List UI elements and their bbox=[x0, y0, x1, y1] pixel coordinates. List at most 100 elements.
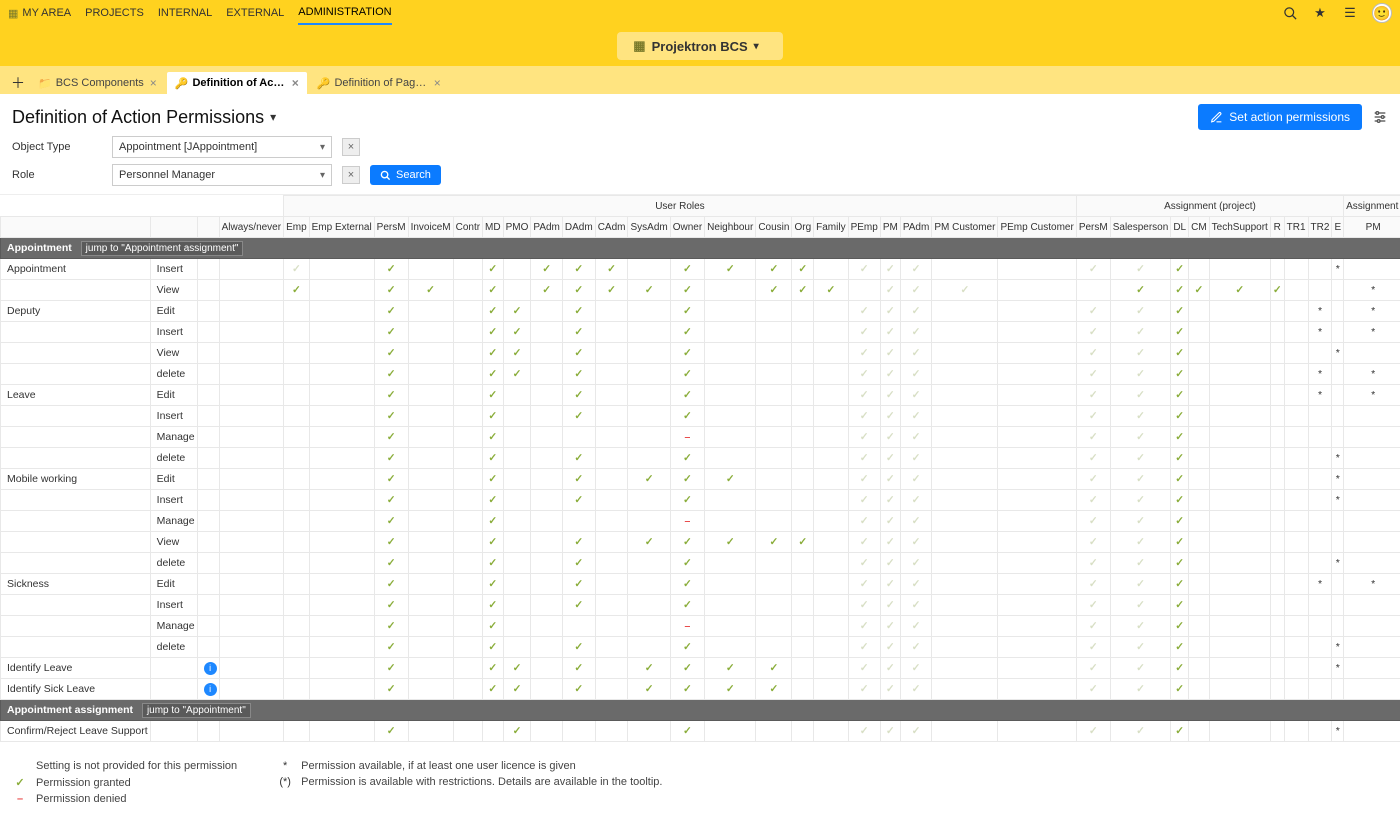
permission-cell[interactable] bbox=[219, 259, 283, 280]
permission-cell[interactable] bbox=[595, 385, 628, 406]
permission-cell[interactable]: ✓ bbox=[792, 259, 814, 280]
permission-cell[interactable] bbox=[1270, 322, 1284, 343]
permission-cell[interactable] bbox=[628, 595, 670, 616]
permission-cell[interactable] bbox=[1332, 532, 1344, 553]
permission-cell[interactable]: ✓ bbox=[756, 259, 792, 280]
permission-cell[interactable] bbox=[1270, 259, 1284, 280]
permission-cell[interactable]: ✓ bbox=[1110, 322, 1171, 343]
permission-cell[interactable] bbox=[1284, 553, 1308, 574]
permission-cell[interactable] bbox=[814, 385, 848, 406]
permission-cell[interactable]: ✓ bbox=[1110, 259, 1171, 280]
permission-cell[interactable]: ✓ bbox=[900, 343, 932, 364]
permission-cell[interactable] bbox=[1209, 448, 1270, 469]
permission-cell[interactable] bbox=[1270, 658, 1284, 679]
permission-cell[interactable] bbox=[814, 343, 848, 364]
permission-cell[interactable]: ✓ bbox=[900, 427, 932, 448]
permission-cell[interactable]: ✓ bbox=[1110, 406, 1171, 427]
jump-link[interactable]: jump to "Appointment" bbox=[142, 703, 251, 718]
permission-cell[interactable] bbox=[453, 469, 482, 490]
permission-cell[interactable]: ✓ bbox=[848, 385, 880, 406]
permission-cell[interactable]: ✓ bbox=[1171, 448, 1189, 469]
permission-cell[interactable] bbox=[705, 280, 756, 301]
permission-cell[interactable] bbox=[309, 343, 374, 364]
permission-cell[interactable] bbox=[1189, 427, 1210, 448]
permission-cell[interactable]: ✓ bbox=[848, 343, 880, 364]
permission-cell[interactable] bbox=[1189, 490, 1210, 511]
column-header[interactable]: Emp External bbox=[309, 217, 374, 238]
permission-cell[interactable] bbox=[756, 322, 792, 343]
close-icon[interactable]: × bbox=[434, 76, 441, 90]
column-header[interactable]: PEmp Customer bbox=[998, 217, 1076, 238]
add-tab-button[interactable]: ＋ bbox=[8, 72, 28, 94]
permission-cell[interactable] bbox=[814, 427, 848, 448]
permission-cell[interactable]: ✓ bbox=[374, 532, 408, 553]
permission-cell[interactable]: ✓ bbox=[880, 658, 900, 679]
permission-cell[interactable]: ✓ bbox=[1076, 721, 1110, 742]
permission-cell[interactable]: ✓ bbox=[483, 448, 504, 469]
nav-my-area[interactable]: ▦ MY AREA bbox=[8, 7, 71, 20]
permission-cell[interactable]: ✓ bbox=[1171, 679, 1189, 700]
column-header[interactable]: SysAdm bbox=[628, 217, 670, 238]
permission-cell[interactable]: ✓ bbox=[1110, 448, 1171, 469]
permission-cell[interactable] bbox=[1308, 532, 1332, 553]
permission-cell[interactable] bbox=[792, 574, 814, 595]
permission-cell[interactable] bbox=[628, 364, 670, 385]
permission-cell[interactable]: ✓ bbox=[670, 280, 704, 301]
permission-cell[interactable] bbox=[932, 322, 998, 343]
permission-cell[interactable] bbox=[531, 427, 563, 448]
permission-cell[interactable]: ✓ bbox=[1171, 553, 1189, 574]
permission-cell[interactable]: ✓ bbox=[1110, 490, 1171, 511]
permission-cell[interactable]: ✓ bbox=[705, 679, 756, 700]
permission-cell[interactable] bbox=[1189, 574, 1210, 595]
clear-role[interactable]: × bbox=[342, 166, 360, 184]
permission-cell[interactable] bbox=[998, 343, 1076, 364]
permission-cell[interactable] bbox=[1308, 469, 1332, 490]
permission-cell[interactable]: * bbox=[1344, 301, 1400, 322]
permission-cell[interactable]: ✓ bbox=[1171, 322, 1189, 343]
permission-cell[interactable] bbox=[814, 637, 848, 658]
permission-cell[interactable] bbox=[503, 448, 531, 469]
permission-cell[interactable] bbox=[1284, 448, 1308, 469]
permission-cell[interactable] bbox=[1284, 322, 1308, 343]
permission-cell[interactable]: ✓ bbox=[1076, 364, 1110, 385]
permission-cell[interactable]: ✓ bbox=[1171, 658, 1189, 679]
permission-cell[interactable] bbox=[309, 448, 374, 469]
permission-cell[interactable] bbox=[595, 721, 628, 742]
permission-cell[interactable]: ✓ bbox=[562, 280, 595, 301]
permission-cell[interactable] bbox=[453, 448, 482, 469]
permission-cell[interactable] bbox=[814, 469, 848, 490]
permission-cell[interactable] bbox=[998, 511, 1076, 532]
permission-cell[interactable] bbox=[1209, 427, 1270, 448]
nav-administration[interactable]: ADMINISTRATION bbox=[298, 1, 391, 25]
column-header[interactable]: Cousin bbox=[756, 217, 792, 238]
permission-cell[interactable] bbox=[1284, 427, 1308, 448]
permission-cell[interactable] bbox=[998, 301, 1076, 322]
permission-cell[interactable] bbox=[814, 679, 848, 700]
permission-cell[interactable] bbox=[628, 553, 670, 574]
permission-cell[interactable] bbox=[932, 553, 998, 574]
permission-cell[interactable] bbox=[1270, 385, 1284, 406]
permission-cell[interactable]: ✓ bbox=[900, 658, 932, 679]
permission-cell[interactable] bbox=[1308, 721, 1332, 742]
permission-cell[interactable]: ✓ bbox=[670, 595, 704, 616]
permission-cell[interactable]: ✓ bbox=[756, 532, 792, 553]
column-header[interactable] bbox=[150, 217, 197, 238]
permission-cell[interactable]: ✓ bbox=[900, 259, 932, 280]
permission-cell[interactable] bbox=[531, 553, 563, 574]
permission-cell[interactable]: ✓ bbox=[900, 574, 932, 595]
permission-cell[interactable]: ✓ bbox=[503, 301, 531, 322]
permission-cell[interactable]: ✓ bbox=[483, 280, 504, 301]
column-header[interactable]: TR2 bbox=[1308, 217, 1332, 238]
permission-cell[interactable]: ✓ bbox=[1076, 490, 1110, 511]
permission-cell[interactable] bbox=[756, 301, 792, 322]
avatar[interactable]: 🙂 bbox=[1372, 3, 1392, 23]
permission-cell[interactable]: ✓ bbox=[1171, 532, 1189, 553]
permission-cell[interactable] bbox=[756, 637, 792, 658]
permission-cell[interactable] bbox=[408, 406, 453, 427]
permission-cell[interactable]: ✓ bbox=[374, 280, 408, 301]
permission-cell[interactable]: ✓ bbox=[374, 301, 408, 322]
permission-cell[interactable] bbox=[1270, 301, 1284, 322]
permission-cell[interactable] bbox=[284, 364, 310, 385]
permission-cell[interactable] bbox=[1189, 553, 1210, 574]
column-header[interactable]: PAdm bbox=[531, 217, 563, 238]
